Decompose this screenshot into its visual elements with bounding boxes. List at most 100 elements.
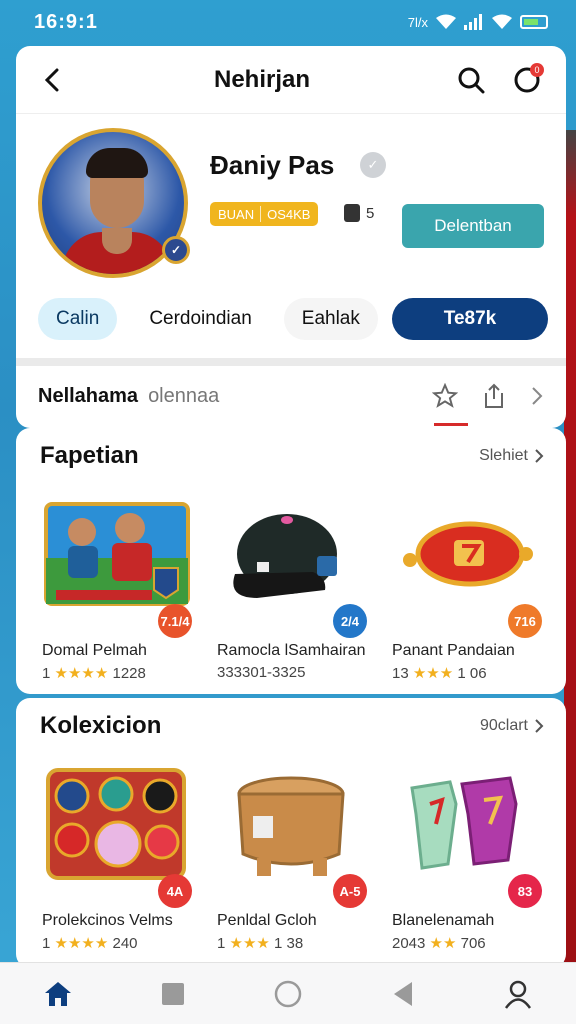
item-name: Domal Pelmah bbox=[42, 642, 147, 659]
square-icon[interactable] bbox=[143, 969, 203, 1019]
top-actions: 0 bbox=[454, 62, 544, 97]
home-icon[interactable] bbox=[28, 969, 88, 1019]
item-rating: 333301-3325 bbox=[205, 664, 379, 681]
share-icon[interactable] bbox=[482, 383, 506, 409]
rating-stars: ★★★ bbox=[412, 665, 454, 682]
tab-2[interactable]: Eahlak bbox=[283, 298, 378, 340]
collection-section: Kolexicion 90clart 4A Prolekcinos Velms bbox=[16, 698, 566, 968]
rating-stars: ★★★★ bbox=[54, 935, 109, 952]
rating-count: 1 06 bbox=[457, 665, 487, 682]
see-all-label: 90clart bbox=[479, 717, 528, 734]
subbar-actions bbox=[432, 383, 544, 409]
chevron-right-icon bbox=[535, 719, 544, 733]
signal-icon bbox=[464, 14, 482, 30]
see-all-label: Slehiet bbox=[479, 447, 528, 464]
notification-badge: 0 bbox=[530, 62, 544, 77]
list-item[interactable]: 2/4 Ramocla lSamhairan 333301-3325 bbox=[205, 488, 379, 682]
rating-count: 1228 bbox=[112, 665, 146, 682]
featured-header: Fapetian Slehiet bbox=[40, 442, 544, 470]
status-bar: 16:9:1 7l/x bbox=[0, 0, 576, 44]
tab-1[interactable]: Cerdoindian bbox=[131, 298, 269, 340]
rating-prefix: 2043 bbox=[392, 935, 426, 952]
rating-prefix: 1 bbox=[217, 935, 226, 952]
rating-count: 333301-3325 bbox=[217, 664, 306, 681]
collection-header: Kolexicion 90clart bbox=[40, 712, 544, 740]
featured-items: 7.1/4 Domal Pelmah 1 ★★★★ 1228 2/4 Ramoc… bbox=[30, 488, 554, 682]
bottom-navigation bbox=[0, 962, 576, 1024]
chevron-right-icon[interactable] bbox=[530, 385, 544, 407]
item-rating: 2043 ★★ 706 bbox=[380, 934, 554, 952]
price-badge: A-5 bbox=[333, 874, 367, 908]
item-thumbnail bbox=[205, 488, 379, 620]
star-icon[interactable] bbox=[432, 383, 458, 409]
follow-button[interactable]: Delentban bbox=[402, 204, 544, 248]
tab-3[interactable]: Te87k bbox=[392, 298, 548, 340]
item-thumbnail bbox=[205, 758, 379, 890]
profile-tabs: Calin Cerdoindian Eahlak Te87k bbox=[38, 298, 548, 340]
profile-section: ✓ Đaniy Pas ✓ BUAN OS4KB 5 Delentban bbox=[38, 128, 558, 288]
rank-right: OS4KB bbox=[267, 206, 311, 222]
featured-see-all[interactable]: Slehiet bbox=[479, 447, 544, 465]
sub-header: Nellahama olennaa bbox=[16, 366, 566, 426]
chevron-right-icon bbox=[535, 449, 544, 463]
wifi-icon bbox=[436, 14, 456, 29]
rank-badge: BUAN OS4KB bbox=[210, 202, 319, 226]
circle-icon[interactable] bbox=[258, 969, 318, 1019]
list-item[interactable]: 4A Prolekcinos Velms 1 ★★★★ 240 bbox=[30, 758, 204, 952]
rating-count: 1 38 bbox=[274, 935, 304, 952]
verified-badge-icon: ✓ bbox=[162, 236, 190, 264]
collection-title: Kolexicion bbox=[40, 712, 162, 739]
profile-icon[interactable] bbox=[488, 969, 548, 1019]
price-badge: 7.1/4 bbox=[158, 604, 192, 638]
list-item[interactable]: 7.1/4 Domal Pelmah 1 ★★★★ 1228 bbox=[30, 488, 204, 682]
back-triangle-icon[interactable] bbox=[373, 969, 433, 1019]
item-thumbnail bbox=[380, 488, 554, 620]
item-name: Ramocla lSamhairan bbox=[217, 642, 366, 659]
profile-name: Đaniy Pas bbox=[210, 150, 335, 180]
wifi-icon-2 bbox=[492, 14, 512, 29]
level-indicator: 5 bbox=[344, 204, 374, 222]
item-rating: 1 ★★★ 1 38 bbox=[205, 934, 379, 952]
list-item[interactable]: 83 Blanelenamah 2043 ★★ 706 bbox=[380, 758, 554, 952]
rating-count: 240 bbox=[112, 935, 138, 952]
status-time: 16:9:1 bbox=[34, 10, 98, 33]
item-thumbnail bbox=[30, 488, 204, 620]
status-icons: 7l/x bbox=[408, 14, 548, 30]
rating-stars: ★★★★ bbox=[54, 665, 109, 682]
item-name: Prolekcinos Velms bbox=[42, 912, 173, 929]
item-rating: 13 ★★★ 1 06 bbox=[380, 664, 554, 682]
active-indicator bbox=[434, 423, 468, 426]
rating-stars: ★★ bbox=[429, 935, 457, 952]
item-rating: 1 ★★★★ 1228 bbox=[30, 664, 204, 682]
collection-see-all[interactable]: 90clart bbox=[480, 717, 544, 735]
notifications-icon[interactable]: 0 bbox=[510, 62, 544, 97]
price-badge: 83 bbox=[508, 874, 542, 908]
item-name: Penldal Gcloh bbox=[217, 912, 317, 929]
divider bbox=[16, 358, 566, 366]
collection-items: 4A Prolekcinos Velms 1 ★★★★ 240 A-5 Penl… bbox=[30, 758, 554, 952]
battery-icon bbox=[520, 15, 548, 29]
featured-section: Fapetian Slehiet 7.1/4 Domal Pelmah 1 ★★… bbox=[16, 428, 566, 694]
list-item[interactable]: A-5 Penldal Gcloh 1 ★★★ 1 38 bbox=[205, 758, 379, 952]
subbar-subtitle: olennaa bbox=[148, 384, 220, 407]
back-arrow-icon[interactable] bbox=[36, 63, 70, 97]
rating-prefix: 1 bbox=[42, 935, 51, 952]
featured-title: Fapetian bbox=[40, 442, 139, 469]
rating-count: 706 bbox=[460, 935, 486, 952]
price-badge: 4A bbox=[158, 874, 192, 908]
rank-left: BUAN bbox=[218, 206, 255, 222]
level-icon bbox=[344, 204, 360, 222]
item-rating: 1 ★★★★ 240 bbox=[30, 934, 204, 952]
profile-card: Nehirjan 0 ✓ Đaniy Pas ✓ BUAN OS4KB 5 De… bbox=[16, 46, 566, 428]
network-label: 7l/x bbox=[407, 14, 428, 30]
info-badge-icon[interactable]: ✓ bbox=[360, 152, 386, 178]
rating-prefix: 1 bbox=[42, 665, 51, 682]
rating-stars: ★★★ bbox=[229, 935, 270, 952]
rating-prefix: 13 bbox=[392, 665, 409, 682]
price-badge: 2/4 bbox=[333, 604, 367, 638]
subbar-title: Nellahama bbox=[38, 384, 139, 407]
tab-0[interactable]: Calin bbox=[38, 298, 118, 340]
item-thumbnail bbox=[30, 758, 204, 890]
list-item[interactable]: 716 Panant Pandaian 13 ★★★ 1 06 bbox=[380, 488, 554, 682]
search-icon[interactable] bbox=[454, 63, 488, 97]
